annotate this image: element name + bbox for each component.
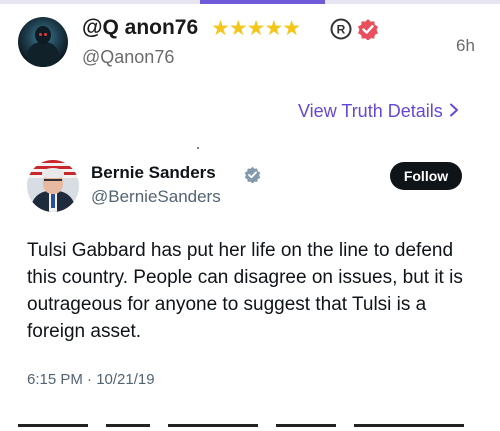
top-tab-indicator <box>0 0 500 4</box>
artifact-dot <box>197 147 199 149</box>
author-display-name[interactable]: @Q anon76 <box>82 16 198 40</box>
embedded-tweet-text: Tulsi Gabbard has put her life on the li… <box>27 240 463 342</box>
embedded-author-handle: @BernieSanders <box>91 187 221 206</box>
twitter-verified-icon <box>244 166 261 183</box>
registered-icon: R <box>330 18 352 40</box>
svg-text:R: R <box>337 23 346 37</box>
embedded-author-name: Bernie Sanders <box>91 163 216 182</box>
follow-button[interactable]: Follow <box>390 162 462 190</box>
embedded-author-avatar <box>27 160 79 212</box>
truncated-next-line <box>18 414 488 431</box>
view-details-label: View Truth Details <box>298 101 443 121</box>
embedded-tweet-timestamp: 6:15 PM · 10/21/19 <box>27 371 155 388</box>
chevron-right-icon <box>449 103 458 117</box>
author-handle[interactable]: @Qanon76 <box>82 47 174 68</box>
rating-stars: ★★★★★ <box>211 17 301 40</box>
view-truth-details-link[interactable]: View Truth Details <box>298 101 459 122</box>
post-time: 6h <box>456 36 475 55</box>
verified-badge-icon <box>358 19 378 40</box>
author-avatar[interactable] <box>18 17 68 67</box>
